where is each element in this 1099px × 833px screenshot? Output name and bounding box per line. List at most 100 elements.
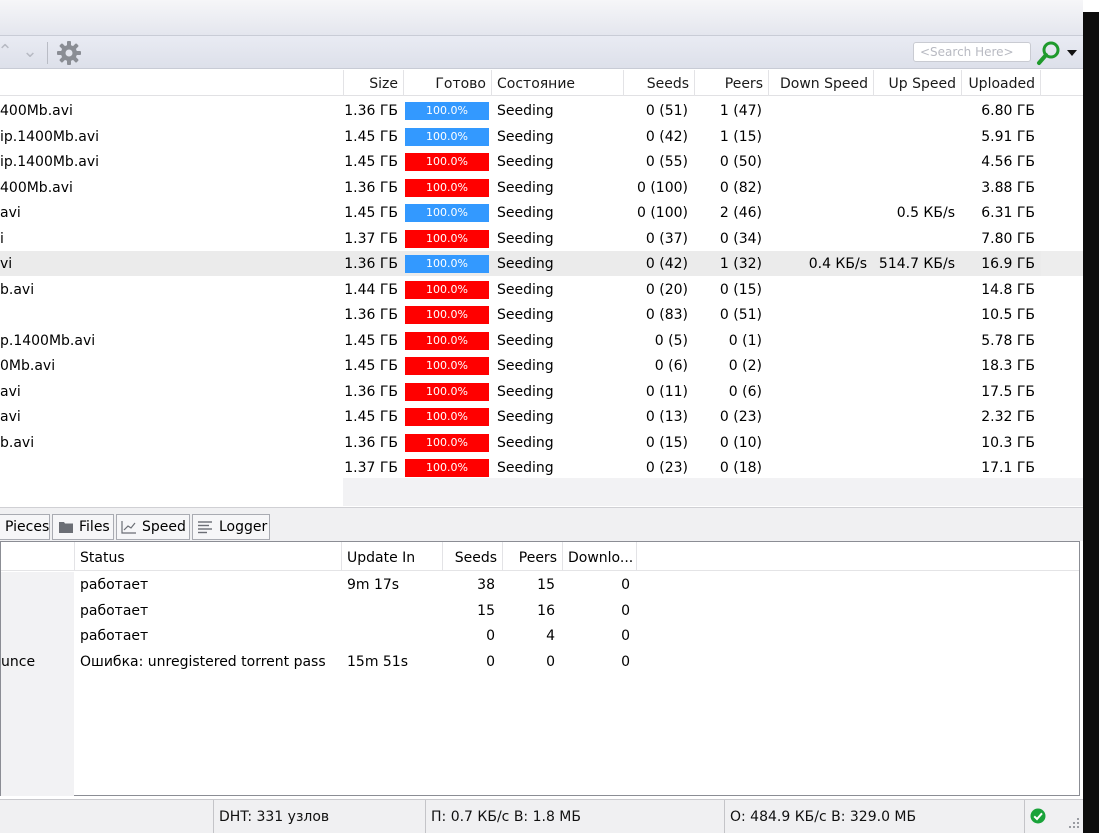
torrent-peers: 0 (15) [719,281,762,298]
tracker-header-seeds[interactable]: Seeds [442,542,502,571]
torrent-row[interactable]: ip.1400Mb.avi 1.45 ГБ Seeding 0 (42) 1 (15) 5… [0,124,1083,149]
torrent-row[interactable]: p.1400Mb.avi 1.45 ГБ Seeding 0 (5) 0 (1) 5.78… [0,328,1083,353]
progress-bar: 100.0% [405,408,489,426]
tracker-list-header: Status Update In Seeds Peers Downlo... [1,542,1079,571]
torrent-status: Seeding [497,128,554,145]
torrent-name: avi [0,205,21,221]
tracker-row[interactable]: работает 9m 17s 38 15 0 [1,572,1079,598]
search-icon[interactable] [1036,40,1062,66]
resize-grip-icon[interactable] [1066,815,1080,829]
torrent-row[interactable]: b.avi 1.36 ГБ Seeding 0 (15) 0 (10) 10.3 ГБ 10… [0,430,1083,455]
torrent-up-speed [873,328,955,353]
torrent-seeds: 0 (13) [645,409,688,425]
progress-bar: 100.0% [405,229,489,248]
torrent-peers: 1 (47) [719,103,762,119]
tab-logger[interactable]: Logger [192,514,270,540]
torrent-seeds: 0 (23) [645,460,688,476]
torrent-name [0,455,340,480]
torrent-peers: 0 (10) [719,434,762,451]
tab-pieces[interactable]: Pieces [0,514,50,540]
torrent-status: Seeding [497,179,554,196]
torrent-row[interactable]: 400Mb.avi 1.36 ГБ Seeding 0 (100) 0 (82) 3.88… [0,175,1083,200]
torrent-down-speed [768,175,867,200]
tracker-name [1,572,71,597]
torrent-status: Seeding [497,460,554,476]
torrent-name: 400Mb.avi [0,103,73,119]
torrent-row[interactable]: i 1.37 ГБ Seeding 0 (37) 0 (34) 7.80 ГБ 100.0% [0,226,1083,251]
torrent-name: ip.1400Mb.avi [0,128,100,145]
column-header-size[interactable]: Size [343,70,403,96]
torrent-peers: 0 (34) [719,230,762,247]
tracker-header-status[interactable]: Status [74,542,341,571]
tracker-status: работает [80,602,149,619]
torrent-row[interactable]: avi 1.45 ГБ Seeding 0 (13) 0 (23) 2.32 ГБ 100.… [0,404,1083,429]
torrent-peers: 2 (46) [719,205,762,221]
torrent-status: Seeding [497,332,554,349]
torrent-up-speed: 514.7 КБ/s [878,256,955,272]
column-header-seeds[interactable]: Seeds [623,70,694,96]
column-header-done[interactable]: Готово [403,70,491,96]
tracker-header-downloaded[interactable]: Downlo... [562,542,637,571]
gear-icon[interactable] [55,39,83,67]
torrent-row[interactable]: vi 1.36 ГБ Seeding 0 (42) 1 (32) 0.4 КБ/s 514.… [0,251,1083,276]
torrent-down-speed [768,379,867,404]
search-input[interactable] [913,42,1031,62]
tab-files[interactable]: Files [52,514,114,540]
tracker-update-in [347,598,439,623]
torrent-row[interactable]: 0Mb.avi 1.45 ГБ Seeding 0 (6) 0 (2) 18.3 ГБ 10… [0,353,1083,378]
torrent-row[interactable]: 1.37 ГБ Seeding 0 (23) 0 (18) 17.1 ГБ 100.0% [0,455,1083,480]
torrent-seeds: 0 (55) [645,154,688,170]
torrent-size: 1.45 ГБ [344,154,398,170]
torrent-row[interactable]: ip.1400Mb.avi 1.45 ГБ Seeding 0 (55) 0 (50) 4… [0,149,1083,174]
torrent-row[interactable]: avi 1.45 ГБ Seeding 0 (100) 2 (46) 0.5 КБ/s 6.… [0,200,1083,225]
torrent-uploaded: 17.1 ГБ [981,460,1035,476]
tracker-downloaded: 0 [621,628,630,645]
torrent-down-speed [768,302,867,327]
column-header-peers[interactable]: Peers [694,70,768,96]
torrent-seeds: 0 (42) [645,128,688,145]
torrent-up-speed [873,124,955,149]
tracker-row[interactable]: работает 15 16 0 [1,598,1079,624]
tracker-update-in: 9m 17s [347,577,400,593]
tracker-peers: 15 [537,577,555,593]
torrent-name [0,302,340,327]
torrent-status: Seeding [497,154,554,170]
folder-icon [59,522,73,533]
torrent-row[interactable]: 400Mb.avi 1.36 ГБ Seeding 0 (51) 1 (47) 6.80 … [0,98,1083,123]
torrent-size: 1.44 ГБ [344,281,398,298]
tab-speed[interactable]: Speed [116,514,190,540]
torrent-status: Seeding [497,281,554,298]
tracker-peers: 4 [546,628,555,645]
column-header-up-speed[interactable]: Up Speed [873,70,961,96]
tracker-row[interactable]: unce Ошибка: unregistered torrent pass 15m… [1,649,1079,675]
tracker-peers: 16 [537,602,555,619]
torrent-uploaded: 5.78 ГБ [981,332,1035,349]
tracker-header-update-in[interactable]: Update In [341,542,442,571]
torrent-size: 1.36 ГБ [344,434,398,451]
torrent-down-speed [768,353,867,378]
move-up-icon[interactable]: ⌃ [0,42,16,62]
column-header-down-speed[interactable]: Down Speed [768,70,873,96]
torrent-row[interactable]: 1.36 ГБ Seeding 0 (83) 0 (51) 10.5 ГБ 100.0% [0,302,1083,327]
column-header-uploaded[interactable]: Uploaded [961,70,1041,96]
chevron-down-icon[interactable] [1066,48,1078,58]
torrent-up-speed [873,277,955,302]
progress-bar: 100.0% [405,382,489,401]
progress-bar: 100.0% [405,306,489,324]
tracker-update-in: 15m 51s [347,654,409,671]
tracker-name: unce [1,654,36,671]
torrent-peers: 0 (23) [719,409,762,425]
torrent-row[interactable]: b.avi 1.44 ГБ Seeding 0 (20) 0 (15) 14.8 ГБ 10… [0,277,1083,302]
torrent-peers: 0 (2) [728,358,762,374]
torrent-down-speed [768,98,867,123]
column-header-state[interactable]: Состояние [491,70,623,96]
move-down-icon[interactable]: ⌄ [19,42,41,62]
tracker-header-peers[interactable]: Peers [502,542,562,571]
progress-bar: 100.0% [405,357,489,375]
window-top-strip [0,0,1083,36]
tracker-downloaded: 0 [621,577,630,593]
torrent-down-speed [768,149,867,174]
tracker-row[interactable]: работает 0 4 0 [1,623,1079,649]
torrent-row[interactable]: avi 1.36 ГБ Seeding 0 (11) 0 (6) 17.5 ГБ 100.0… [0,379,1083,404]
tab-logger-label: Logger [219,519,268,535]
